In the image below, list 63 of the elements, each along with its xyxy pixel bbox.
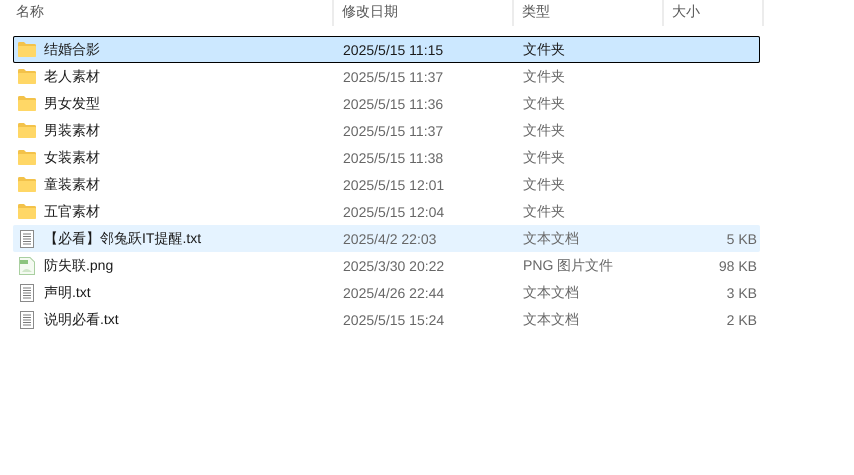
file-size: 2 KB bbox=[726, 312, 757, 328]
modified-date: 2025/5/15 11:36 bbox=[343, 96, 444, 112]
file-type: 文本文档 bbox=[523, 310, 579, 326]
file-type: 文件夹 bbox=[523, 40, 565, 56]
image-file-icon bbox=[19, 256, 35, 274]
file-name: 男女发型 bbox=[44, 94, 100, 112]
file-row[interactable]: 声明.txt 2025/4/26 22:44 文本文档 3 KB bbox=[13, 279, 760, 306]
file-type: PNG 图片文件 bbox=[523, 256, 614, 272]
file-row[interactable]: 童装素材 2025/5/15 12:01 文件夹 bbox=[13, 171, 760, 198]
file-name: 五官素材 bbox=[44, 202, 100, 220]
file-name: 女装素材 bbox=[44, 148, 100, 166]
file-row[interactable]: 老人素材 2025/5/15 11:37 文件夹 bbox=[13, 63, 760, 90]
folder-icon bbox=[18, 177, 36, 192]
file-type: 文件夹 bbox=[523, 202, 565, 218]
column-header[interactable]: 大小 bbox=[672, 3, 700, 21]
file-type: 文件夹 bbox=[523, 94, 565, 110]
file-size: 98 KB bbox=[718, 258, 757, 274]
column-header[interactable]: 类型 bbox=[522, 3, 550, 21]
folder-icon bbox=[18, 204, 36, 219]
file-name: 童装素材 bbox=[44, 176, 100, 194]
text-file-icon bbox=[20, 230, 34, 248]
file-size: 3 KB bbox=[726, 284, 757, 300]
file-size: 5 KB bbox=[726, 230, 757, 246]
file-type: 文本文档 bbox=[523, 230, 579, 246]
folder-icon bbox=[18, 150, 36, 165]
text-file-icon bbox=[20, 310, 34, 328]
file-row[interactable]: 五官素材 2025/5/15 12:04 文件夹 bbox=[13, 198, 760, 225]
modified-date: 2025/5/15 12:01 bbox=[343, 176, 444, 192]
file-type: 文件夹 bbox=[523, 176, 565, 192]
file-type: 文件夹 bbox=[523, 122, 565, 138]
file-row[interactable]: 女装素材 2025/5/15 11:38 文件夹 bbox=[13, 144, 760, 171]
modified-date: 2025/3/30 20:22 bbox=[343, 258, 444, 274]
file-name: 说明必看.txt bbox=[44, 310, 119, 328]
file-name: 老人素材 bbox=[44, 68, 100, 86]
file-name: 男装素材 bbox=[44, 122, 100, 140]
column-header[interactable]: 名称 bbox=[16, 3, 44, 21]
folder-icon bbox=[18, 96, 36, 111]
file-row[interactable]: 男装素材 2025/5/15 11:37 文件夹 bbox=[13, 117, 760, 144]
file-row[interactable]: 防失联.png 2025/3/30 20:22 PNG 图片文件 98 KB bbox=[13, 252, 760, 279]
modified-date: 2025/4/26 22:44 bbox=[343, 284, 444, 300]
modified-date: 2025/5/15 11:38 bbox=[343, 150, 444, 166]
file-type: 文件夹 bbox=[523, 68, 565, 84]
file-name: 结婚合影 bbox=[44, 40, 100, 58]
file-name: 防失联.png bbox=[44, 256, 114, 274]
modified-date: 2025/5/15 11:15 bbox=[343, 42, 444, 58]
file-type: 文本文档 bbox=[523, 284, 579, 300]
modified-date: 2025/4/2 22:03 bbox=[343, 230, 436, 246]
modified-date: 2025/5/15 12:04 bbox=[343, 204, 444, 220]
file-row[interactable]: 结婚合影 2025/5/15 11:15 文件夹 bbox=[13, 36, 760, 63]
column-header[interactable]: 修改日期 bbox=[342, 3, 398, 21]
modified-date: 2025/5/15 15:24 bbox=[343, 312, 444, 328]
text-file-icon bbox=[20, 284, 34, 302]
folder-icon bbox=[18, 123, 36, 138]
modified-date: 2025/5/15 11:37 bbox=[343, 122, 444, 138]
file-name: 【必看】邻兔跃IT提醒.txt bbox=[44, 230, 202, 248]
folder-icon bbox=[18, 69, 36, 84]
folder-icon bbox=[18, 42, 36, 57]
file-row[interactable]: 【必看】邻兔跃IT提醒.txt 2025/4/2 22:03 文本文档 5 KB bbox=[13, 225, 760, 252]
file-type: 文件夹 bbox=[523, 148, 565, 164]
modified-date: 2025/5/15 11:37 bbox=[343, 68, 444, 84]
file-name: 声明.txt bbox=[44, 284, 91, 302]
file-row[interactable]: 说明必看.txt 2025/5/15 15:24 文本文档 2 KB bbox=[13, 306, 760, 333]
file-row[interactable]: 男女发型 2025/5/15 11:36 文件夹 bbox=[13, 90, 760, 117]
